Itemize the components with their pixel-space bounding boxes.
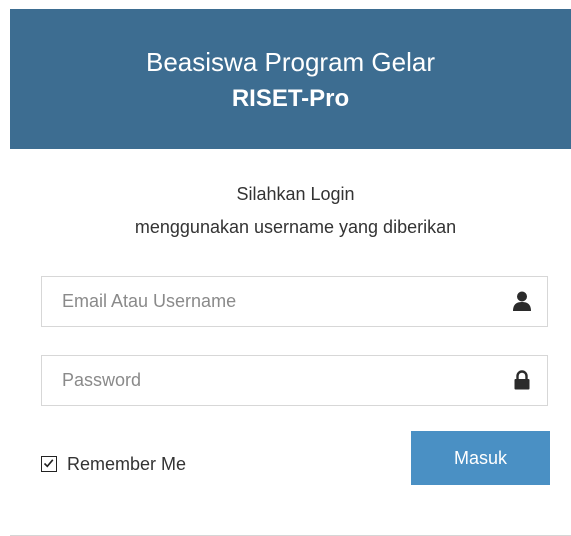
username-field[interactable]	[41, 276, 548, 327]
password-field[interactable]	[41, 355, 548, 406]
login-button[interactable]: Masuk	[411, 431, 550, 485]
user-icon	[513, 291, 531, 311]
login-page: Beasiswa Program Gelar RISET-Pro Silahka…	[0, 0, 571, 536]
remember-me-label: Remember Me	[67, 453, 187, 474]
password-input[interactable]	[42, 356, 502, 405]
login-header: Beasiswa Program Gelar RISET-Pro	[10, 9, 571, 149]
login-instruction-line1: Silahkan Login	[236, 184, 355, 204]
username-input[interactable]	[42, 277, 502, 326]
remember-me-checkbox[interactable]	[41, 456, 57, 472]
lock-icon	[513, 370, 531, 390]
header-subtitle: RISET-Pro	[231, 85, 350, 112]
header-title: Beasiswa Program Gelar	[146, 47, 435, 77]
remember-me[interactable]: Remember Me	[41, 452, 186, 476]
login-instruction-line2: menggunakan username yang diberikan	[134, 217, 457, 237]
